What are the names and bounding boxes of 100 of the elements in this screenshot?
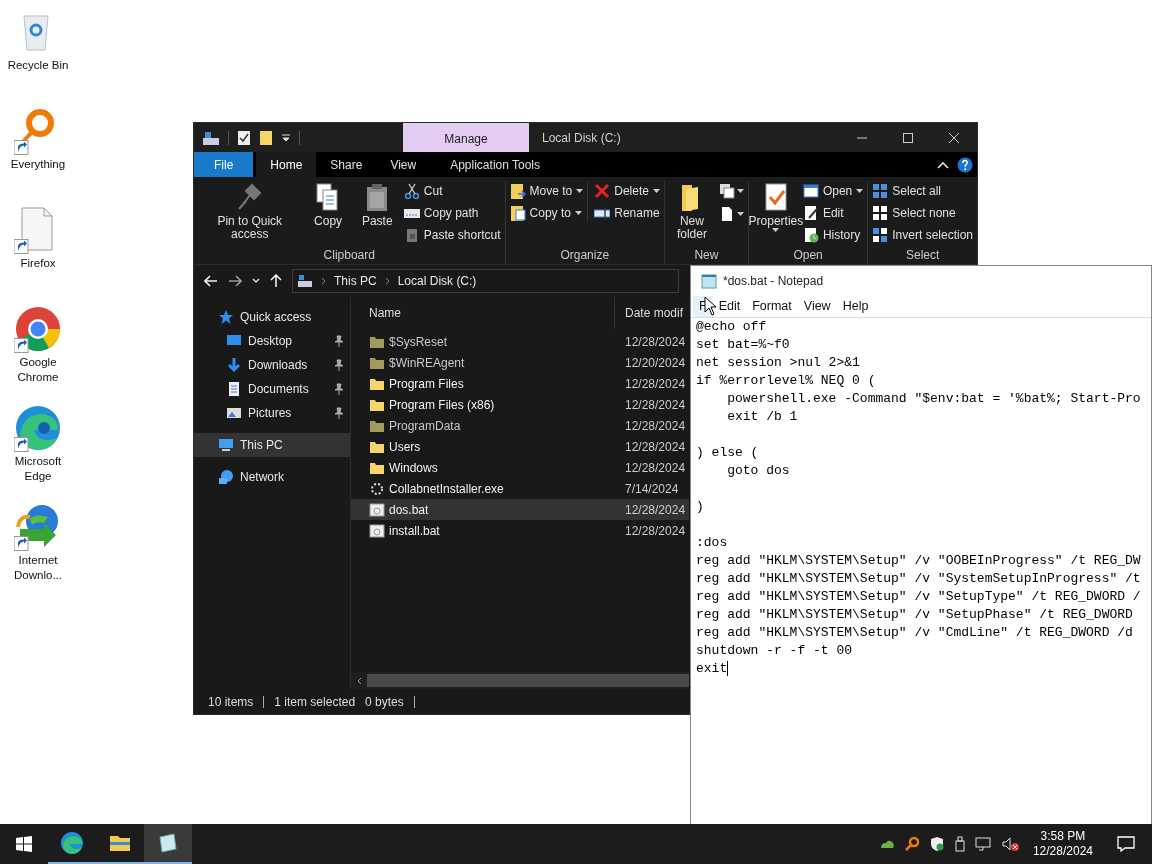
file-name: $SysReset bbox=[389, 333, 449, 351]
column-header[interactable]: Date modif bbox=[614, 297, 684, 329]
column-header[interactable]: Name bbox=[369, 297, 614, 329]
notepad-icon bbox=[156, 831, 180, 855]
ribbon-button[interactable]: Rename bbox=[594, 203, 660, 222]
folder-document-icon bbox=[509, 204, 526, 221]
desktop-icon-label[interactable]: Everything bbox=[1, 157, 75, 172]
menu-item[interactable]: Help bbox=[836, 296, 875, 317]
ribbon-button[interactable]: Move to bbox=[509, 181, 584, 200]
file-row[interactable]: Users 12/28/2024 bbox=[351, 436, 689, 457]
ribbon-button[interactable]: Invert selection bbox=[872, 225, 973, 244]
clock[interactable]: 3:58 PM 12/28/2024 bbox=[1028, 829, 1097, 859]
ribbon-tab[interactable]: View bbox=[376, 152, 431, 177]
file-row[interactable]: $WinREAgent 12/20/2024 bbox=[351, 352, 689, 373]
ribbon-group-label: Clipboard bbox=[323, 247, 375, 264]
ribbon-button[interactable]: Delete bbox=[594, 181, 660, 200]
file-name: CollabnetInstaller.exe bbox=[389, 480, 505, 498]
scissors-icon bbox=[403, 182, 420, 199]
ribbon-tab[interactable]: File bbox=[194, 152, 254, 177]
nav-item[interactable]: Quick access bbox=[194, 305, 350, 329]
nav-item[interactable]: Documents bbox=[194, 377, 350, 401]
code-line: set bat=%~f0 bbox=[696, 336, 790, 354]
ribbon-button[interactable]: Select none bbox=[872, 203, 973, 222]
breadcrumb-item[interactable]: This PC bbox=[334, 272, 377, 290]
nav-item[interactable]: This PC bbox=[194, 433, 350, 457]
date-cell-text: 7/14/2024 bbox=[625, 480, 679, 498]
desktop-icon-label[interactable]: Recycle Bin bbox=[1, 58, 75, 73]
file-row[interactable]: Program Files (x86) 12/28/2024 bbox=[351, 394, 689, 415]
file-name: Users bbox=[389, 438, 422, 456]
file-row[interactable]: $SysReset 12/28/2024 bbox=[351, 331, 689, 352]
menu-item[interactable]: Edit bbox=[712, 296, 747, 317]
ribbon-button[interactable]: Paste shortcut bbox=[403, 225, 501, 244]
window-icon bbox=[802, 182, 819, 199]
edge-icon bbox=[60, 831, 84, 855]
ribbon-button[interactable]: Select all bbox=[872, 181, 973, 200]
date-cell-text: 12/20/2024 bbox=[625, 354, 686, 372]
horizontal-scrollbar[interactable] bbox=[351, 672, 689, 689]
desktop-icon-label[interactable]: Google Chrome bbox=[1, 355, 75, 385]
ribbon-icon-button[interactable] bbox=[718, 181, 744, 201]
code-line: goto dos bbox=[726, 462, 790, 480]
nav-item[interactable]: Downloads bbox=[194, 353, 350, 377]
caret-icon bbox=[281, 132, 291, 143]
ribbon-button[interactable]: Edit bbox=[802, 203, 864, 222]
file-row[interactable]: CollabnetInstaller.exe 7/14/2024 bbox=[351, 478, 689, 499]
menu-item[interactable]: View bbox=[797, 296, 837, 317]
file-row[interactable]: install.bat 12/28/2024 bbox=[351, 520, 689, 541]
code-line: :dos bbox=[696, 534, 728, 552]
ribbon-button[interactable]: Open bbox=[802, 181, 864, 200]
ribbon-button[interactable]: New folder bbox=[668, 181, 715, 241]
up-arrow-icon bbox=[270, 274, 282, 288]
ribbon-button[interactable]: Copy bbox=[305, 181, 351, 228]
ribbon-group-label: Select bbox=[905, 247, 940, 264]
menu-item[interactable]: Format bbox=[746, 296, 798, 317]
pin-icon[interactable] bbox=[334, 359, 344, 371]
file-name: dos.bat bbox=[389, 501, 430, 519]
date-cell-text: 12/28/2024 bbox=[625, 522, 686, 540]
taskbar-app[interactable] bbox=[144, 824, 192, 864]
grid-icon bbox=[872, 226, 889, 243]
ribbon-tab[interactable]: Share bbox=[316, 152, 377, 177]
chrome-icon bbox=[14, 305, 62, 353]
ribbon-button[interactable]: Paste bbox=[354, 181, 400, 228]
date-cell-text: 12/28/2024 bbox=[625, 396, 686, 414]
ribbon-button[interactable]: Pin to Quick access bbox=[198, 181, 302, 241]
delete-icon bbox=[594, 182, 611, 199]
drive-icon bbox=[297, 274, 313, 288]
star-icon bbox=[218, 309, 234, 325]
ribbon-button[interactable]: History bbox=[802, 225, 864, 244]
ribbon-button[interactable]: Copy to bbox=[509, 203, 584, 222]
desktop-icon-label[interactable]: Internet Downlo... bbox=[1, 553, 75, 583]
caret-icon bbox=[736, 212, 744, 216]
address-bar[interactable]: This PC Local Disk (C:) bbox=[292, 269, 679, 293]
date-cell-text: 12/28/2024 bbox=[625, 501, 686, 519]
breadcrumb-item[interactable]: Local Disk (C:) bbox=[397, 272, 477, 290]
chevron-right-icon bbox=[321, 277, 326, 285]
file-row[interactable]: Windows 12/28/2024 bbox=[351, 457, 689, 478]
ribbon-tab[interactable]: Home bbox=[256, 152, 317, 177]
file-row[interactable]: dos.bat 12/28/2024 bbox=[351, 499, 689, 520]
maximize-icon bbox=[903, 132, 913, 143]
pin-icon[interactable] bbox=[334, 407, 344, 419]
date-cell-text: 12/28/2024 bbox=[625, 438, 686, 456]
pin-icon[interactable] bbox=[334, 335, 344, 347]
code-line: ) bbox=[696, 498, 704, 516]
code-line: reg add "HKLM\SYSTEM\Setup" /v "OOBEInProgress" /t REG_DW bbox=[696, 552, 1141, 570]
file-row[interactable]: Program Files 12/28/2024 bbox=[351, 373, 689, 394]
desktop-icon-label[interactable]: Firefox bbox=[1, 256, 75, 271]
ribbon-button[interactable]: Copy path bbox=[403, 203, 501, 222]
pin-icon[interactable] bbox=[334, 383, 344, 395]
nav-item[interactable]: Desktop bbox=[194, 329, 350, 353]
nav-item[interactable]: Pictures bbox=[194, 401, 350, 425]
desktop-icon-label[interactable]: Microsoft Edge bbox=[1, 454, 75, 484]
clock-document-icon bbox=[802, 226, 819, 243]
ribbon-button[interactable]: Cut bbox=[403, 181, 501, 200]
file-row[interactable]: ProgramData 12/28/2024 bbox=[351, 415, 689, 436]
notepad-icon bbox=[701, 273, 717, 289]
file-name: $WinREAgent bbox=[389, 354, 466, 372]
nav-item[interactable]: Network bbox=[194, 465, 350, 489]
back-arrow-icon bbox=[204, 275, 218, 287]
status-text: 10 items bbox=[208, 693, 254, 711]
gear-window-icon bbox=[369, 522, 385, 539]
ribbon-tab[interactable]: Application Tools bbox=[436, 152, 555, 177]
